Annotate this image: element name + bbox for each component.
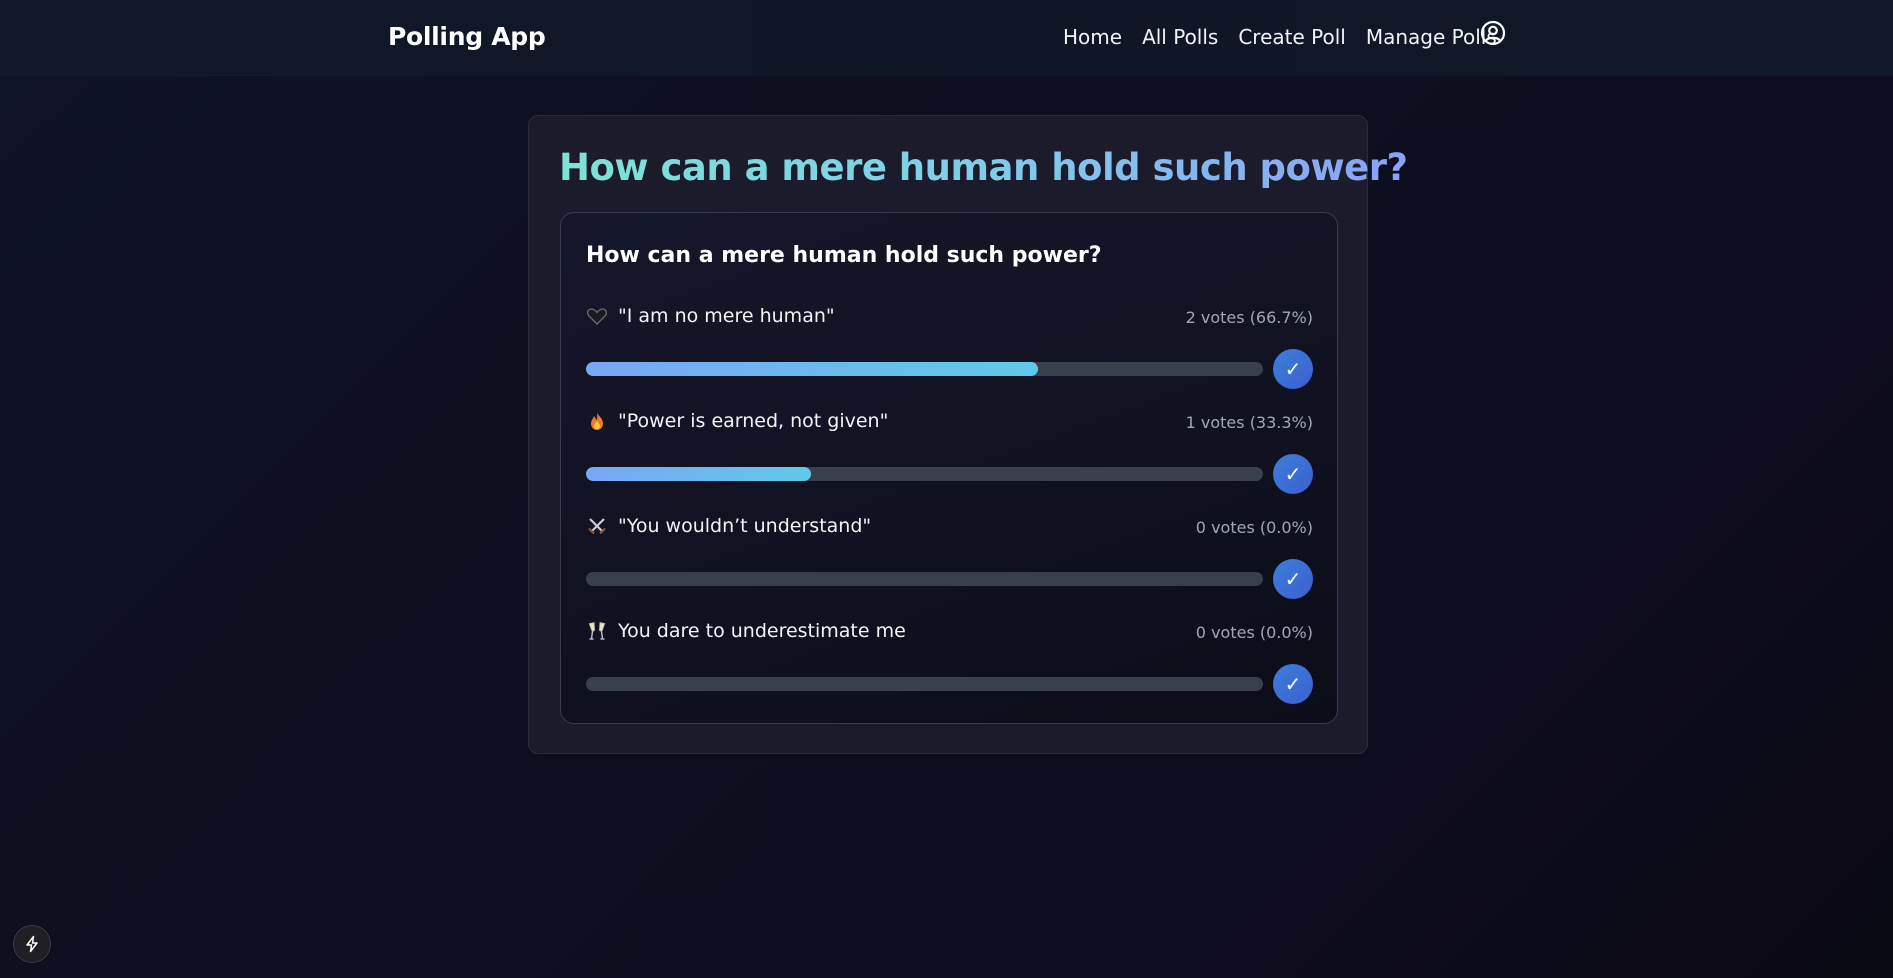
progress-track [586,467,1263,481]
poll-card: How can a mere human hold such power? "I… [560,212,1338,724]
poll-page-card: How can a mere human hold such power? Ho… [528,115,1408,754]
user-circle-icon[interactable] [1480,20,1506,46]
progress-fill [586,467,812,481]
progress-track [586,677,1263,691]
navbar: Polling App Home All Polls Create Poll M… [0,0,1893,75]
nav-create-poll[interactable]: Create Poll [1238,25,1346,49]
vote-button[interactable]: ✓ [1273,349,1313,389]
poll-question: How can a mere human hold such power? [586,243,1102,268]
dev-tools-button[interactable] [13,925,51,963]
fire-icon [591,412,603,430]
poll-option: "You wouldn’t understand" 0 votes (0.0%)… [586,515,1313,599]
vote-count: 0 votes (0.0%) [1195,518,1313,537]
poll-option: You dare to underestimate me 0 votes (0.… [586,620,1313,704]
nav-manage-polls[interactable]: Manage Polls [1366,25,1497,49]
lightning-bolt-icon [26,935,38,953]
poll-option: "Power is earned, not given" 1 votes (33… [586,410,1313,494]
nav-home[interactable]: Home [1063,25,1122,49]
option-label: You dare to underestimate me [618,620,906,642]
black-heart-icon [586,308,608,325]
progress-fill [586,362,1038,376]
vote-count: 2 votes (66.7%) [1185,308,1313,327]
option-label: "You wouldn’t understand" [618,515,872,537]
option-label: "Power is earned, not given" [618,410,889,432]
vote-button[interactable]: ✓ [1273,559,1313,599]
progress-track [586,362,1263,376]
crossed-swords-icon [588,518,606,535]
nav-links: Home All Polls Create Poll Manage Polls [1063,25,1497,49]
champagne-glasses-icon [588,622,606,640]
page-title: How can a mere human hold such power? [559,146,1408,189]
brand-logo[interactable]: Polling App [388,22,546,51]
vote-count: 1 votes (33.3%) [1185,413,1313,432]
progress-track [586,572,1263,586]
option-label: "I am no mere human" [618,305,835,327]
vote-button[interactable]: ✓ [1273,664,1313,704]
nav-all-polls[interactable]: All Polls [1142,25,1218,49]
vote-count: 0 votes (0.0%) [1195,623,1313,642]
poll-option: "I am no mere human" 2 votes (66.7%) ✓ [586,305,1313,389]
vote-button[interactable]: ✓ [1273,454,1313,494]
